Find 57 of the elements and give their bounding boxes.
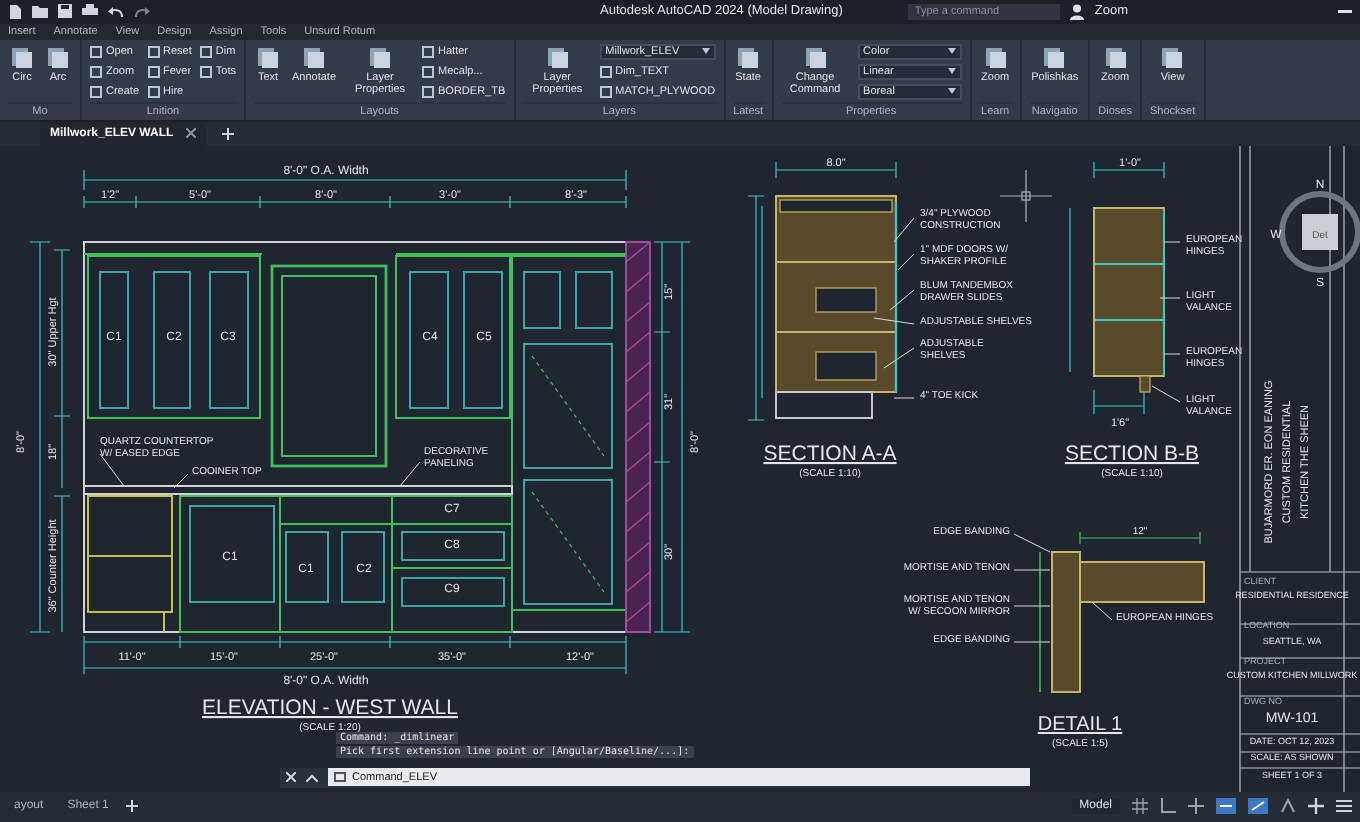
crosshair-cursor [999, 168, 1053, 222]
polar-icon[interactable] [1248, 798, 1268, 815]
ortho-icon[interactable] [1216, 798, 1236, 815]
caret-icon [947, 88, 956, 95]
drawing-title: DETAIL 1 [1037, 713, 1123, 736]
caret-icon [701, 48, 710, 55]
sheets-icon [545, 45, 570, 70]
viewcube-ring[interactable] [1279, 190, 1360, 273]
snap-icon[interactable] [1160, 798, 1176, 815]
minimize-icon[interactable] [1338, 9, 1352, 14]
sheets-icon [803, 45, 828, 70]
close-icon[interactable] [185, 128, 196, 139]
sheets-icon [1042, 45, 1067, 70]
annotation-icon[interactable] [1280, 798, 1296, 815]
save-icon[interactable] [58, 4, 72, 19]
sheets-icon [10, 45, 34, 70]
chevron-up-icon[interactable] [306, 773, 318, 782]
print-icon[interactable] [82, 4, 98, 19]
sheets-icon [1160, 45, 1185, 70]
caret-icon [947, 68, 956, 75]
menu-icon[interactable] [1336, 798, 1352, 815]
sheets-icon [255, 45, 280, 70]
caret-icon [947, 48, 956, 55]
sheets-icon [983, 45, 1008, 70]
undo-icon[interactable] [108, 5, 124, 18]
square-icon [599, 85, 612, 98]
crosshair-icon[interactable] [1188, 798, 1204, 815]
square-icon [422, 45, 435, 58]
square-icon [199, 45, 212, 58]
square-icon [147, 65, 160, 78]
square-icon [147, 85, 160, 98]
sheets-icon [302, 45, 326, 70]
folder-icon[interactable] [32, 4, 48, 19]
square-icon [422, 85, 435, 98]
square-icon [90, 45, 102, 58]
sheets-icon [46, 45, 70, 70]
square-icon [199, 65, 212, 78]
plus-icon[interactable] [1308, 798, 1324, 815]
square-icon [90, 85, 102, 98]
grid-icon[interactable] [1132, 798, 1148, 815]
redo-icon[interactable] [134, 5, 150, 18]
drawing-title: SECTION A-A [763, 441, 897, 466]
drawing-title: ELEVATION - WEST WALL [202, 695, 458, 720]
drawing-title: SECTION B-B [1064, 441, 1200, 466]
square-icon [147, 45, 160, 58]
plus-icon[interactable] [221, 127, 234, 140]
window-icon [334, 772, 346, 783]
sheets-icon [1103, 45, 1128, 70]
square-icon [422, 65, 435, 78]
sheets-icon [736, 45, 761, 70]
viewcube-face[interactable] [1302, 213, 1338, 250]
square-icon [599, 65, 612, 78]
plus-icon[interactable] [126, 800, 139, 813]
user-icon[interactable] [1070, 3, 1085, 20]
sheets-icon [368, 45, 393, 70]
square-icon [90, 65, 102, 78]
new-file-icon[interactable] [8, 3, 22, 20]
